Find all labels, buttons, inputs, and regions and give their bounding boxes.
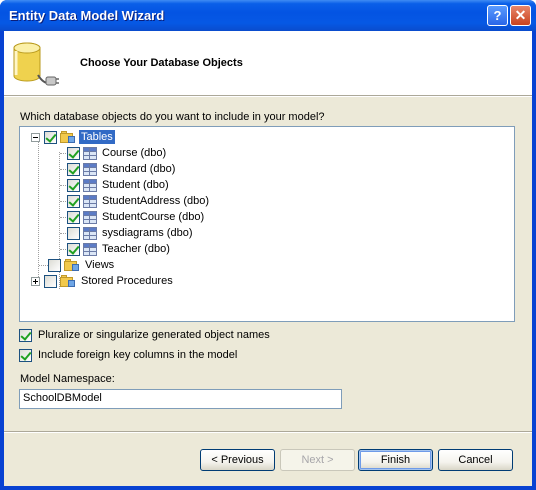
tree-item-label: Teacher (dbo) <box>102 243 170 255</box>
stored-procedures-folder-icon <box>60 274 76 288</box>
tree-item-course[interactable]: Course (dbo) <box>67 145 168 161</box>
foreign-key-option[interactable]: Include foreign key columns in the model <box>19 348 237 362</box>
tables-folder-icon <box>60 130 76 144</box>
title-bar[interactable]: Entity Data Model Wizard ? ✕ <box>0 0 536 31</box>
views-folder-icon <box>64 258 80 272</box>
objects-prompt: Which database objects do you want to in… <box>20 111 325 123</box>
table-icon <box>83 178 97 192</box>
tree-connector <box>39 265 48 266</box>
item-checkbox[interactable] <box>67 242 80 256</box>
item-checkbox[interactable] <box>67 194 80 208</box>
tree-item-label: sysdiagrams (dbo) <box>102 227 193 239</box>
tree-item-label: Student (dbo) <box>102 179 169 191</box>
item-checkbox[interactable] <box>67 226 80 240</box>
tree-item-studentcourse[interactable]: StudentCourse (dbo) <box>67 209 206 225</box>
collapse-toggle[interactable] <box>31 132 40 142</box>
tree-connector <box>38 141 39 281</box>
wizard-header: Choose Your Database Objects <box>4 31 532 96</box>
page-title: Choose Your Database Objects <box>80 57 243 69</box>
next-button[interactable]: Next > <box>280 449 355 471</box>
wizard-window: Entity Data Model Wizard ? ✕ Choose Your… <box>0 0 536 490</box>
item-checkbox[interactable] <box>67 210 80 224</box>
database-objects-tree[interactable]: Tables Course (dbo) Standard (dbo) Stude… <box>19 126 515 322</box>
tree-item-label: Course (dbo) <box>102 147 167 159</box>
views-checkbox[interactable] <box>48 258 61 272</box>
cancel-button[interactable]: Cancel <box>438 449 513 471</box>
tree-node-label: Stored Procedures <box>81 275 173 287</box>
table-icon <box>83 242 97 256</box>
table-icon <box>83 162 97 176</box>
expand-toggle[interactable] <box>31 276 40 286</box>
namespace-input[interactable]: SchoolDBModel <box>19 389 342 409</box>
wizard-body: Choose Your Database Objects Which datab… <box>4 31 532 486</box>
table-icon <box>83 226 97 240</box>
finish-button[interactable]: Finish <box>358 449 433 471</box>
previous-button[interactable]: < Previous <box>200 449 275 471</box>
tree-item-standard[interactable]: Standard (dbo) <box>67 161 177 177</box>
pluralize-label[interactable]: Pluralize or singularize generated objec… <box>38 328 270 342</box>
item-checkbox[interactable] <box>67 162 80 176</box>
table-icon <box>83 210 97 224</box>
help-button[interactable]: ? <box>487 5 508 26</box>
tree-node-label: Tables <box>79 130 115 144</box>
tree-node-label: Views <box>85 259 115 271</box>
foreign-key-label[interactable]: Include foreign key columns in the model <box>38 348 237 362</box>
tables-checkbox[interactable] <box>44 130 57 144</box>
database-connect-icon <box>13 42 59 86</box>
item-checkbox[interactable] <box>67 178 80 192</box>
table-icon <box>83 194 97 208</box>
tree-item-label: StudentCourse (dbo) <box>102 211 205 223</box>
tree-node-stored-procedures[interactable]: Stored Procedures <box>31 273 175 289</box>
window-title: Entity Data Model Wizard <box>9 8 165 23</box>
table-icon <box>83 146 97 160</box>
tree-node-tables[interactable]: Tables <box>31 129 115 145</box>
close-button[interactable]: ✕ <box>510 5 531 26</box>
tree-item-teacher[interactable]: Teacher (dbo) <box>67 241 172 257</box>
tree-node-views[interactable]: Views <box>48 257 116 273</box>
foreign-key-checkbox[interactable] <box>19 348 32 362</box>
pluralize-checkbox[interactable] <box>19 328 32 342</box>
tree-item-studentaddress[interactable]: StudentAddress (dbo) <box>67 193 211 209</box>
tree-item-student[interactable]: Student (dbo) <box>67 177 171 193</box>
tree-item-label: Standard (dbo) <box>102 163 176 175</box>
footer-divider-highlight <box>4 432 532 433</box>
item-checkbox[interactable] <box>67 146 80 160</box>
tree-item-label: StudentAddress (dbo) <box>102 195 210 207</box>
namespace-label: Model Namespace: <box>20 373 115 385</box>
header-divider <box>4 96 532 97</box>
pluralize-option[interactable]: Pluralize or singularize generated objec… <box>19 328 270 342</box>
stored-procedures-checkbox[interactable] <box>44 274 57 288</box>
tree-item-sysdiagrams[interactable]: sysdiagrams (dbo) <box>67 225 194 241</box>
